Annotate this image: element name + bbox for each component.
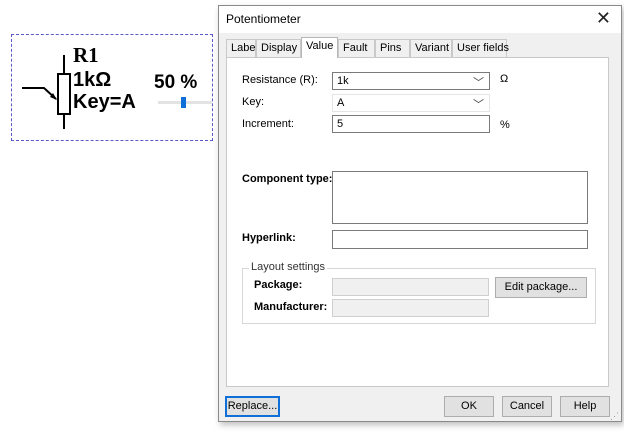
help-button[interactable]: Help [560,396,610,417]
tab-variant[interactable]: Variant [410,39,452,57]
manufacturer-field [332,299,489,317]
resistance-value: 1k [337,75,349,87]
edit-package-button[interactable]: Edit package... [495,277,587,298]
value-tab-panel: Resistance (R): 1k ﹀ Ω Key: A ﹀ Incremen… [226,57,609,387]
close-icon[interactable]: ✕ [596,9,611,27]
key-value: A [337,97,345,109]
wiper-slider-thumb[interactable] [181,97,186,108]
increment-value: 5 [337,118,344,130]
component-designator[interactable]: R1 [73,43,99,68]
tab-pins[interactable]: Pins [375,39,410,57]
layout-settings-title: Layout settings [249,261,327,273]
hyperlink-label: Hyperlink: [242,232,296,244]
key-combobox[interactable]: A ﹀ [332,94,490,112]
increment-label: Increment: [242,118,294,130]
replace-button[interactable]: Replace... [225,396,280,417]
resistance-unit: Ω [500,73,509,85]
tab-label[interactable]: Label [226,39,258,57]
component-type-textarea[interactable] [332,171,588,224]
chevron-down-icon[interactable]: ﹀ [473,74,484,90]
hyperlink-input[interactable] [332,230,588,249]
manufacturer-label: Manufacturer: [254,301,328,313]
potentiometer-dialog: Potentiometer ✕ Label Display Value Faul… [218,5,622,422]
layout-settings-group: Layout settings Package: Edit package...… [242,261,596,324]
resistance-combobox[interactable]: 1k ﹀ [332,72,490,90]
dialog-title: Potentiometer [226,12,301,26]
increment-input[interactable]: 5 [332,115,490,133]
component-type-label: Component type: [242,173,333,185]
wiper-percent-label: 50 % [154,72,198,93]
tab-value[interactable]: Value [301,37,338,58]
tab-display[interactable]: Display [256,39,301,57]
key-label: Key: [242,96,265,108]
chevron-down-icon[interactable]: ﹀ [473,96,484,112]
dialog-titlebar[interactable]: Potentiometer ✕ [219,6,621,33]
resize-grip-icon[interactable]: ⋰ [610,412,619,421]
resistor-body [57,73,71,115]
cancel-button[interactable]: Cancel [502,396,552,417]
component-value-label[interactable]: 1kΩ [73,69,111,92]
tab-fault[interactable]: Fault [338,39,375,57]
tab-user-fields[interactable]: User fields [452,39,509,57]
package-label: Package: [254,279,303,291]
increment-unit: % [500,119,510,131]
component-key-label[interactable]: Key=A [73,91,136,114]
package-field [332,278,489,296]
resistance-label: Resistance (R): [242,74,318,86]
ok-button[interactable]: OK [444,396,494,417]
